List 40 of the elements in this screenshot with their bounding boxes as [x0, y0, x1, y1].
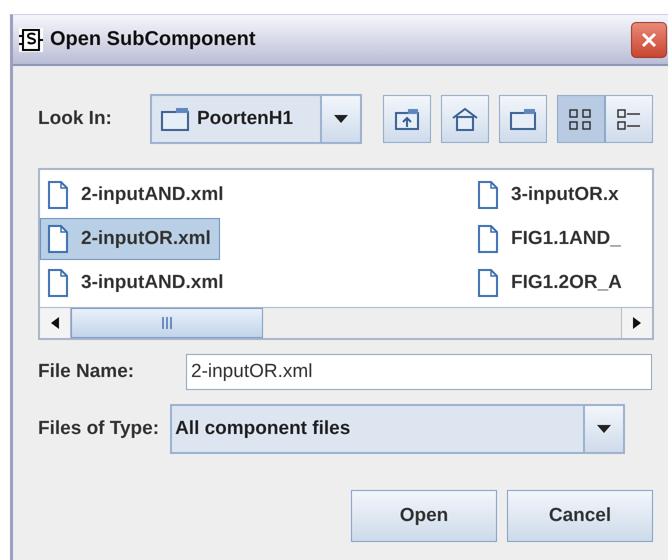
folder-icon [509, 106, 537, 132]
scroll-right-button[interactable] [621, 308, 652, 338]
look-in-combo[interactable]: PoortenH1 [150, 94, 362, 144]
home-icon [451, 106, 479, 132]
file-item[interactable]: 3-inputOR.x [470, 174, 628, 216]
caret-icon [333, 114, 349, 124]
file-item[interactable]: 3-inputAND.xml [40, 262, 232, 304]
left-arrow-icon [50, 316, 60, 330]
file-icon [47, 180, 69, 210]
file-type-combo[interactable]: All component files [170, 404, 626, 454]
file-icon [477, 224, 499, 254]
scroll-left-button[interactable] [40, 308, 71, 338]
view-toggle-button[interactable] [557, 95, 605, 143]
file-icon [477, 180, 499, 210]
file-icon [47, 268, 69, 298]
toolbar-button[interactable] [499, 95, 547, 143]
view-toggle-button[interactable] [605, 95, 653, 143]
file-type-label: Files of Type: [38, 418, 160, 440]
toolbar-button[interactable] [383, 95, 431, 143]
folder-icon [160, 106, 190, 132]
file-name-field[interactable]: 2-inputOR.xml [186, 354, 652, 390]
file-icon [47, 224, 69, 254]
window-title: Open SubComponent [50, 28, 257, 51]
caret-icon [596, 424, 612, 434]
scrollbar-thumb[interactable] [71, 308, 263, 338]
horizontal-scrollbar[interactable] [40, 307, 652, 338]
dialog-button[interactable]: Cancel [507, 490, 653, 542]
close-button[interactable] [631, 22, 667, 58]
toolbar-button[interactable] [441, 95, 489, 143]
file-item[interactable]: FIG1.1AND_ [470, 218, 630, 260]
dialog-button[interactable]: Open [351, 490, 497, 542]
file-item[interactable]: 2-inputAND.xml [40, 174, 232, 216]
folder-up-icon [393, 106, 421, 132]
file-icon [477, 268, 499, 298]
right-arrow-icon [632, 316, 642, 330]
app-icon [18, 26, 44, 52]
file-item[interactable]: FIG1.2OR_A [470, 262, 631, 304]
file-name-label: File Name: [38, 361, 136, 383]
look-in-label: Look In: [38, 108, 113, 130]
file-item[interactable]: 2-inputOR.xml [40, 218, 220, 260]
